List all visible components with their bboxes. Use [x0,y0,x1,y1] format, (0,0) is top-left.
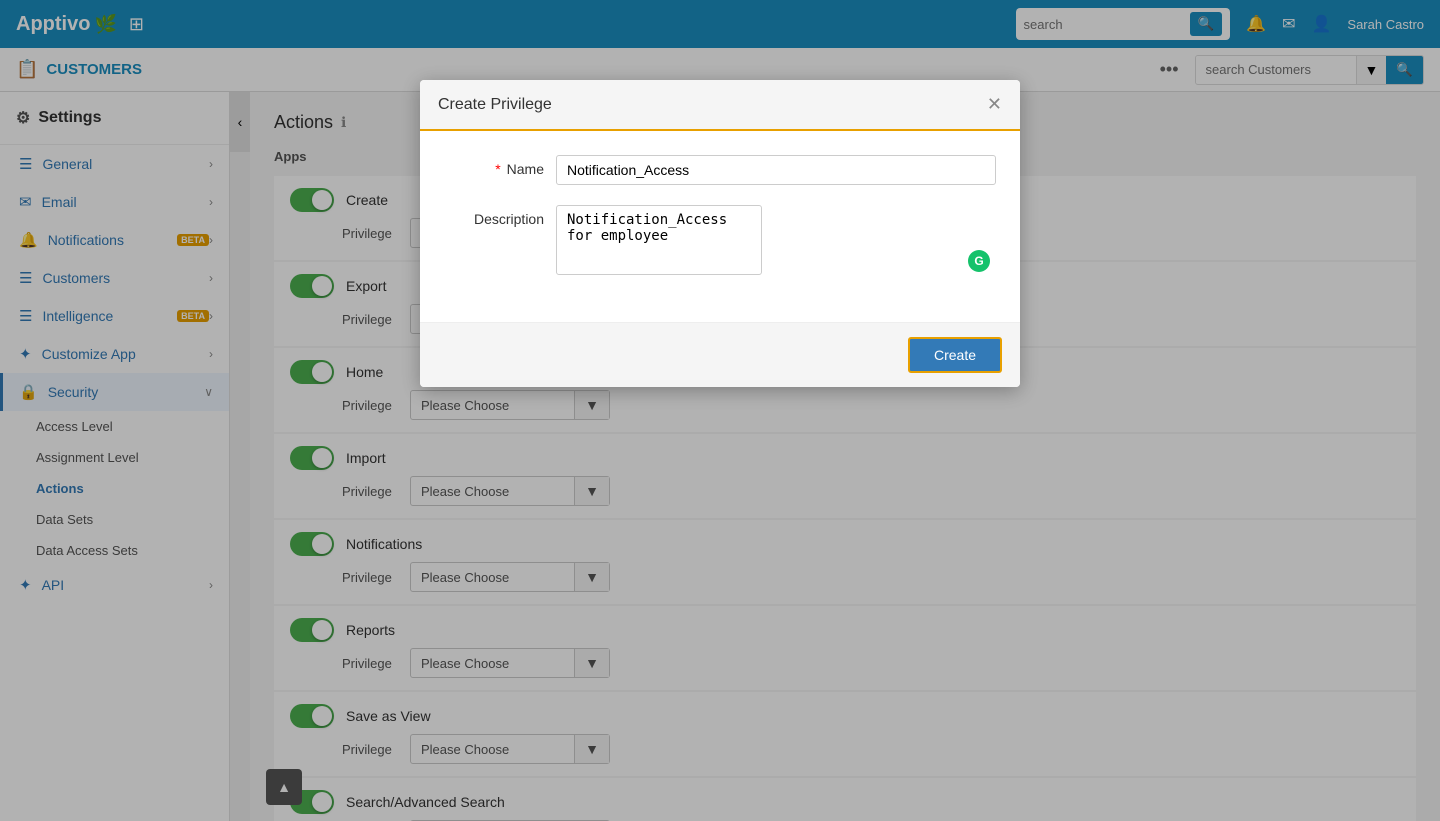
description-form-row: Description Notification_Access for empl… [444,205,996,278]
textarea-wrapper: Notification_Access for employee G [556,205,996,278]
modal-title: Create Privilege [438,96,552,114]
modal-close-button[interactable]: ✕ [987,94,1002,115]
name-label: * Name [444,155,544,177]
modal-body: * Name Description Notification_Access f… [420,131,1020,322]
description-label: Description [444,205,544,227]
modal-overlay: Create Privilege ✕ * Name Description No… [0,0,1440,821]
modal-footer: Create [420,322,1020,387]
create-privilege-button[interactable]: Create [908,337,1002,373]
modal-header: Create Privilege ✕ [420,80,1020,131]
name-input[interactable] [556,155,996,185]
required-indicator: * [495,161,500,177]
description-textarea[interactable]: Notification_Access for employee [556,205,762,275]
grammarly-icon: G [968,250,990,272]
name-form-row: * Name [444,155,996,185]
create-privilege-modal: Create Privilege ✕ * Name Description No… [420,80,1020,387]
